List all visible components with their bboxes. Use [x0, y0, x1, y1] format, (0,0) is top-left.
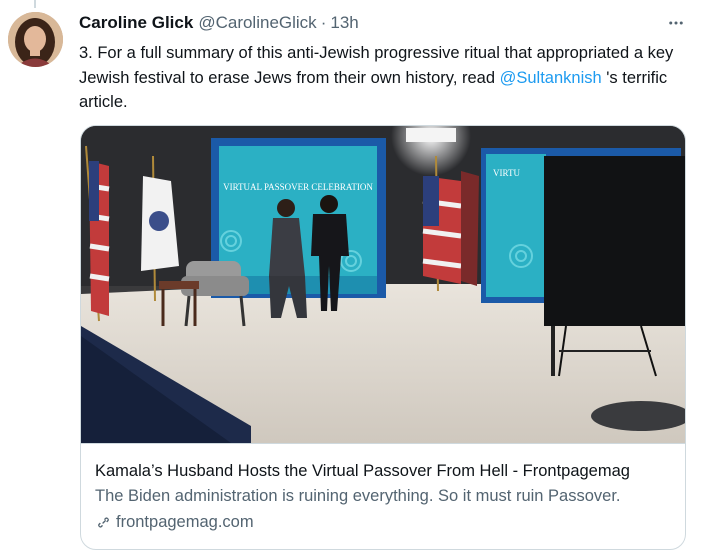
- card-title[interactable]: Kamala’s Husband Hosts the Virtual Passo…: [95, 459, 673, 483]
- card-photo: VIRTUAL PASSOVER CELEBRATION VIRTU: [81, 126, 685, 443]
- tweet-timestamp[interactable]: 13h: [330, 13, 358, 33]
- separator-dot: ·: [320, 13, 327, 32]
- tweet-header: Caroline Glick @CarolineGlick · 13h: [79, 12, 687, 34]
- avatar[interactable]: [8, 12, 63, 67]
- more-options-button[interactable]: [665, 12, 687, 34]
- card-image[interactable]: VIRTUAL PASSOVER CELEBRATION VIRTU: [81, 126, 685, 444]
- link-preview-card[interactable]: VIRTUAL PASSOVER CELEBRATION VIRTU Kamal…: [80, 125, 686, 550]
- thread-connector-line: [34, 0, 36, 8]
- author-handle[interactable]: @CarolineGlick: [198, 13, 316, 33]
- card-body: Kamala’s Husband Hosts the Virtual Passo…: [95, 459, 673, 534]
- sign-text: VIRTUAL PASSOVER CELEBRATION: [223, 182, 373, 192]
- mention-link[interactable]: @Sultanknish: [500, 69, 602, 87]
- avatar-image: [8, 12, 63, 67]
- sign-text-right: VIRTU: [493, 168, 520, 178]
- author-name[interactable]: Caroline Glick: [79, 13, 193, 33]
- tweet-text: 3. For a full summary of this anti-Jewis…: [79, 41, 691, 115]
- link-icon: [98, 517, 109, 527]
- card-domain-row: frontpagemag.com: [95, 510, 673, 534]
- card-domain: frontpagemag.com: [116, 513, 254, 531]
- more-horizontal-icon: [669, 21, 683, 25]
- card-description: The Biden administration is ruining ever…: [95, 487, 621, 505]
